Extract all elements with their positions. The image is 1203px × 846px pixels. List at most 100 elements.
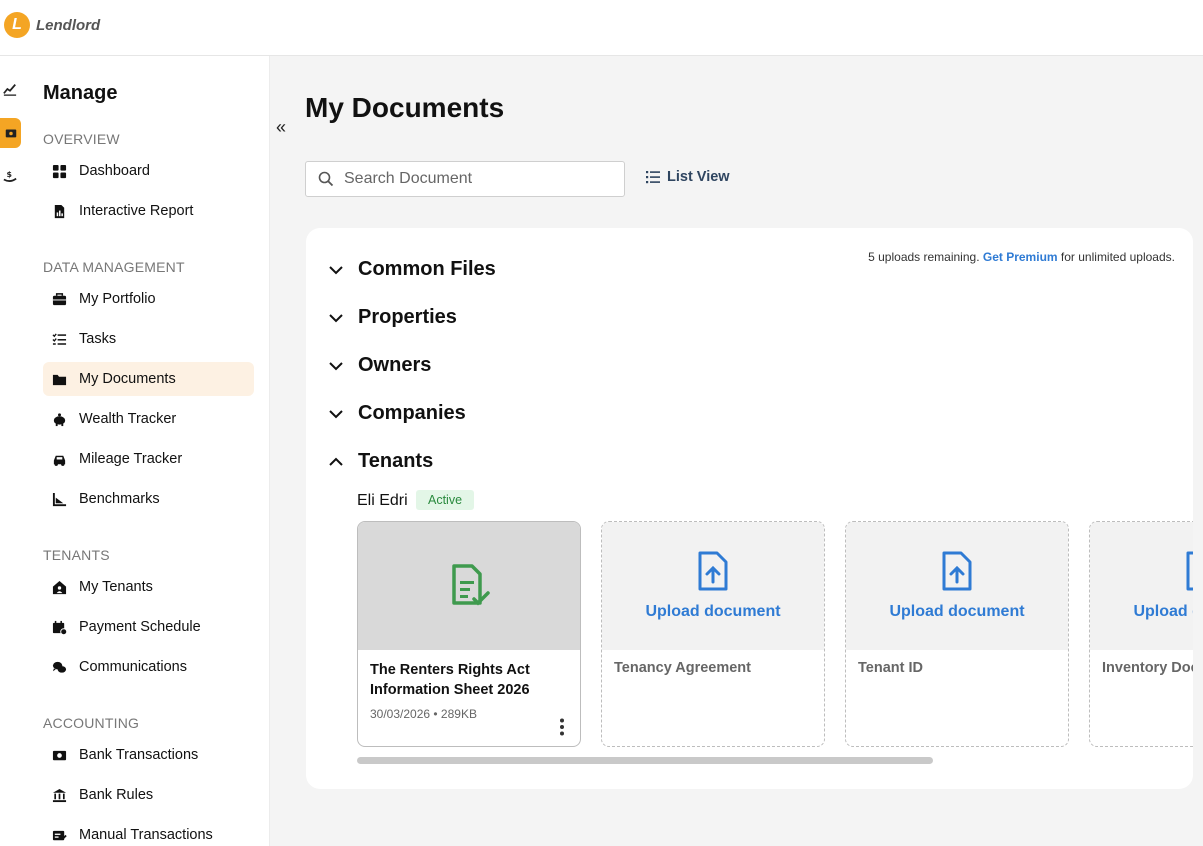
group-owners[interactable]: Owners	[328, 354, 431, 377]
sidebar-item-my-portfolio[interactable]: My Portfolio	[43, 282, 254, 316]
report-icon	[54, 204, 65, 218]
more-options-icon[interactable]	[558, 718, 566, 736]
document-cards: The Renters Rights Act Information Sheet…	[357, 521, 1193, 751]
group-label: Companies	[358, 402, 466, 424]
sidebar-item-benchmarks[interactable]: Benchmarks	[43, 482, 254, 516]
upload-area[interactable]: Upload document	[846, 522, 1068, 650]
sidebar-item-communications[interactable]: Communications	[43, 650, 254, 684]
group-properties[interactable]: Properties	[328, 306, 457, 329]
manual-transaction-icon	[52, 830, 67, 840]
sidebar-item-label: My Documents	[79, 371, 176, 387]
calendar-icon	[52, 620, 67, 635]
sidebar-item-payment-schedule[interactable]: Payment Schedule	[43, 610, 254, 644]
benchmark-icon	[52, 492, 67, 506]
house-user-icon	[52, 580, 67, 594]
logo[interactable]: L Lendlord	[4, 12, 100, 38]
sidebar-item-interactive-report[interactable]: Interactive Report	[43, 194, 254, 228]
piggy-bank-icon	[53, 412, 66, 426]
upload-area[interactable]: Upload document	[1090, 522, 1193, 650]
sidebar-item-label: Manual Transactions	[79, 827, 213, 843]
upload-card-tenant-id[interactable]: Upload document Tenant ID	[845, 521, 1069, 747]
upload-document-label: Upload document	[1133, 603, 1193, 620]
search-input[interactable]	[344, 170, 604, 188]
tasks-icon	[52, 332, 67, 345]
sidebar-item-tasks[interactable]: Tasks	[43, 322, 254, 356]
collapse-sidebar-button[interactable]: «	[270, 116, 292, 138]
chevron-down-icon	[329, 409, 343, 418]
group-companies[interactable]: Companies	[328, 402, 466, 425]
uploads-remaining-text: 5 uploads remaining.	[868, 250, 980, 264]
sidebar: Manage OVERVIEW Dashboard Interactive Re…	[26, 56, 270, 846]
get-premium-link[interactable]: Get Premium	[983, 250, 1058, 264]
section-overview: OVERVIEW	[43, 131, 120, 147]
upload-file-icon	[942, 551, 972, 591]
status-badge: Active	[416, 490, 475, 510]
top-bar: L Lendlord	[0, 0, 1203, 56]
sidebar-item-label: Benchmarks	[79, 491, 160, 507]
documents-panel: 5 uploads remaining. Get Premium for unl…	[306, 228, 1193, 789]
sidebar-item-dashboard[interactable]: Dashboard	[43, 154, 254, 188]
sidebar-item-label: Wealth Tracker	[79, 411, 177, 427]
upload-area[interactable]: Upload document	[602, 522, 824, 650]
document-card[interactable]: The Renters Rights Act Information Sheet…	[357, 521, 581, 747]
sidebar-item-manual-transactions[interactable]: Manual Transactions	[43, 818, 254, 846]
uploads-suffix-text: for unlimited uploads.	[1060, 250, 1175, 264]
group-label: Properties	[358, 306, 457, 328]
svg-text:$: $	[7, 170, 12, 179]
group-common-files[interactable]: Common Files	[328, 258, 496, 281]
chat-icon	[52, 661, 67, 673]
section-data-management: DATA MANAGEMENT	[43, 259, 185, 275]
list-icon	[646, 171, 660, 184]
page-title: My Documents	[305, 92, 505, 123]
document-meta: 30/03/2026 • 289KB	[370, 707, 477, 721]
list-view-button[interactable]: List View	[645, 169, 730, 185]
manage-icon[interactable]	[0, 118, 21, 148]
tenant-name: Eli Edri	[357, 492, 408, 509]
document-type-label: Tenant ID	[858, 660, 923, 676]
sidebar-item-label: Bank Rules	[79, 787, 154, 803]
search-box[interactable]	[305, 161, 625, 197]
list-view-label: List View	[667, 169, 730, 185]
group-label: Tenants	[358, 450, 434, 472]
group-label: Owners	[358, 354, 432, 376]
uploads-remaining-note: 5 uploads remaining. Get Premium for unl…	[868, 250, 1175, 264]
document-type-label: Tenancy Agreement	[614, 660, 751, 676]
sidebar-item-label: Dashboard	[79, 163, 150, 179]
chevron-up-icon	[329, 457, 343, 466]
sidebar-item-wealth-tracker[interactable]: Wealth Tracker	[43, 402, 254, 436]
sidebar-item-my-tenants[interactable]: My Tenants	[43, 570, 254, 604]
document-thumbnail	[358, 522, 580, 650]
sidebar-item-mileage-tracker[interactable]: Mileage Tracker	[43, 442, 254, 476]
analytics-icon[interactable]	[0, 79, 20, 99]
sidebar-item-label: Bank Transactions	[79, 747, 199, 763]
group-label: Common Files	[358, 258, 496, 280]
logo-text: Lendlord	[36, 16, 101, 34]
upload-document-label: Upload document	[889, 603, 1025, 620]
section-accounting: ACCOUNTING	[43, 715, 140, 731]
chevron-down-icon	[329, 265, 343, 274]
car-icon	[53, 455, 66, 466]
search-icon	[318, 171, 334, 187]
group-tenants[interactable]: Tenants	[328, 450, 433, 473]
sidebar-item-bank-transactions[interactable]: Bank Transactions	[43, 738, 254, 772]
sidebar-title: Manage	[43, 82, 118, 104]
logo-icon: L	[4, 12, 30, 38]
sidebar-item-my-documents[interactable]: My Documents	[43, 362, 254, 396]
sidebar-item-label: Interactive Report	[79, 203, 194, 219]
finance-icon[interactable]: $	[0, 166, 20, 186]
sidebar-item-bank-rules[interactable]: Bank Rules	[43, 778, 254, 812]
horizontal-scrollbar[interactable]	[357, 757, 933, 764]
section-tenants: TENANTS	[43, 547, 110, 563]
bank-icon	[52, 788, 67, 802]
sidebar-item-label: My Portfolio	[79, 291, 156, 307]
sidebar-item-label: Payment Schedule	[79, 619, 201, 635]
upload-file-icon	[698, 551, 728, 591]
sidebar-item-label: My Tenants	[79, 579, 153, 595]
document-title: The Renters Rights Act Information Sheet…	[370, 662, 530, 698]
sidebar-item-label: Mileage Tracker	[79, 451, 183, 467]
upload-document-label: Upload document	[645, 603, 781, 620]
chevron-down-icon	[329, 361, 343, 370]
file-check-icon	[452, 564, 490, 606]
upload-card-tenancy-agreement[interactable]: Upload document Tenancy Agreement	[601, 521, 825, 747]
upload-card-inventory-doc[interactable]: Upload document Inventory Doc	[1089, 521, 1193, 747]
